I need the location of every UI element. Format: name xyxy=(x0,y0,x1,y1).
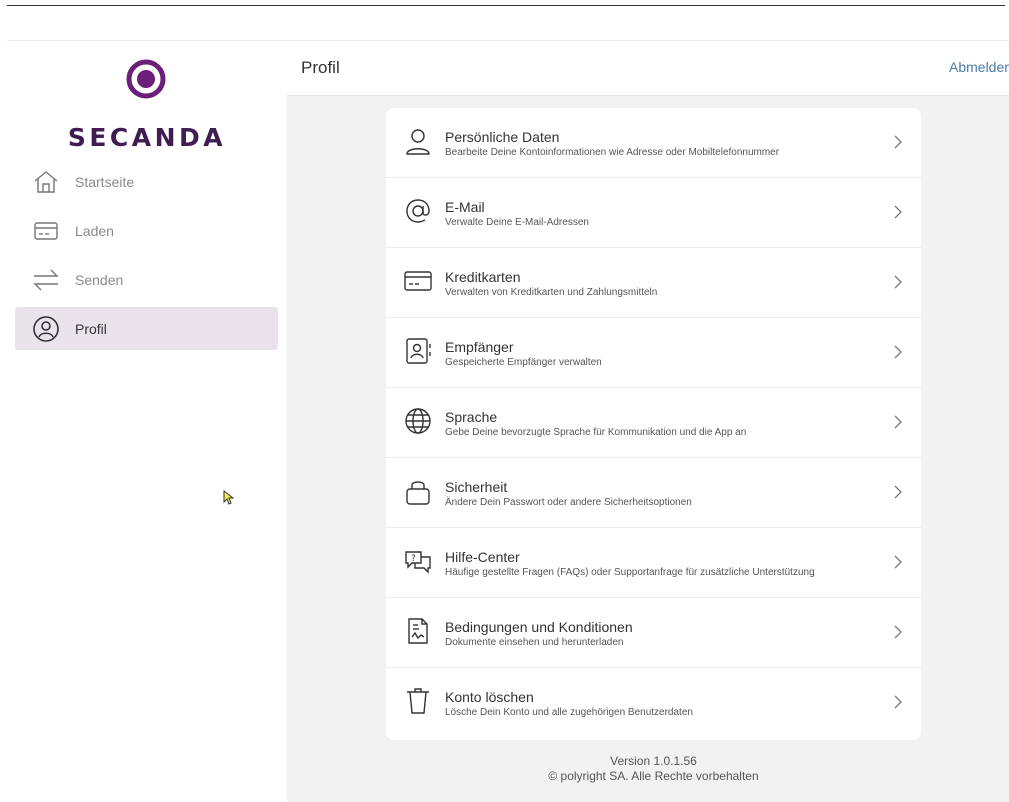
credit-card-icon xyxy=(404,271,432,291)
sidebar-item-profil[interactable]: Profil xyxy=(15,307,278,350)
row-subtitle: Dokumente einsehen und herunterladen xyxy=(445,637,624,648)
svg-text:?: ? xyxy=(411,554,416,564)
sidebar-item-senden[interactable]: Senden xyxy=(15,258,278,301)
home-icon xyxy=(31,167,61,197)
row-title: Hilfe-Center xyxy=(445,549,520,565)
settings-row-help-center[interactable]: ? Hilfe-Center Häufige gestellte Fragen … xyxy=(386,528,921,598)
at-icon xyxy=(406,199,430,223)
secanda-logo-icon xyxy=(126,59,166,99)
sidebar-item-label: Senden xyxy=(75,271,124,288)
row-title: Sicherheit xyxy=(445,479,508,495)
version-footer: Version 1.0.1.56 © polyright SA. Alle Re… xyxy=(386,754,921,784)
chevron-right-icon xyxy=(894,205,902,219)
row-title: E-Mail xyxy=(445,199,485,215)
chevron-right-icon xyxy=(894,555,902,569)
settings-list: Persönliche Daten Bearbeite Deine Kontoi… xyxy=(386,108,921,740)
user-circle-icon xyxy=(31,314,61,344)
row-title: Bedingungen und Konditionen xyxy=(445,619,633,635)
globe-icon xyxy=(405,408,431,434)
card-icon xyxy=(31,216,61,246)
settings-row-email[interactable]: E-Mail Verwalte Deine E-Mail-Adressen xyxy=(386,178,921,248)
settings-row-personal-data[interactable]: Persönliche Daten Bearbeite Deine Kontoi… xyxy=(386,108,921,178)
sidebar-item-label: Profil xyxy=(75,320,107,337)
chevron-right-icon xyxy=(894,415,902,429)
chevron-right-icon xyxy=(894,135,902,149)
main-content: Persönliche Daten Bearbeite Deine Kontoi… xyxy=(287,96,1009,802)
help-chat-icon: ? xyxy=(405,551,431,574)
document-icon xyxy=(408,618,428,644)
row-subtitle: Verwalten von Kreditkarten und Zahlungsm… xyxy=(445,287,658,298)
row-subtitle: Häufige gestellte Fragen (FAQs) oder Sup… xyxy=(445,567,815,578)
sidebar: SECANDA Startseite Laden Senden Profil xyxy=(7,40,287,802)
logout-link[interactable]: Abmelden xyxy=(949,59,1009,75)
mouse-cursor-icon xyxy=(223,490,234,505)
row-subtitle: Bearbeite Deine Kontoinformationen wie A… xyxy=(445,147,780,158)
chevron-right-icon xyxy=(894,485,902,499)
contact-book-icon xyxy=(406,338,431,364)
settings-row-recipients[interactable]: Empfänger Gespeicherte Empfänger verwalt… xyxy=(386,318,921,388)
version-label: Version 1.0.1.56 xyxy=(610,754,697,768)
row-title: Sprache xyxy=(445,409,498,425)
top-divider xyxy=(7,5,1005,6)
brand-name: SECANDA xyxy=(67,123,227,152)
transfer-arrows-icon xyxy=(31,265,61,295)
page-header: Profil Abmelden xyxy=(287,40,1009,96)
row-title: Konto löschen xyxy=(445,689,534,705)
page-title: Profil xyxy=(301,58,340,77)
chevron-right-icon xyxy=(894,275,902,289)
row-subtitle: Gebe Deine bevorzugte Sprache für Kommun… xyxy=(445,427,747,438)
row-subtitle: Lösche Dein Konto und alle zugehörigen B… xyxy=(445,707,693,718)
row-subtitle: Gespeicherte Empfänger verwalten xyxy=(445,357,602,368)
row-title: Empfänger xyxy=(445,339,514,355)
chevron-right-icon xyxy=(894,625,902,639)
sidebar-item-startseite[interactable]: Startseite xyxy=(15,160,278,203)
settings-row-delete-account[interactable]: Konto löschen Lösche Dein Konto und alle… xyxy=(386,668,921,738)
sidebar-item-label: Startseite xyxy=(75,173,135,190)
settings-row-terms[interactable]: Bedingungen und Konditionen Dokumente ei… xyxy=(386,598,921,668)
settings-row-credit-cards[interactable]: Kreditkarten Verwalten von Kreditkarten … xyxy=(386,248,921,318)
sidebar-item-label: Laden xyxy=(75,222,114,239)
row-title: Persönliche Daten xyxy=(445,129,560,145)
copyright-label: © polyright SA. Alle Rechte vorbehalten xyxy=(548,769,759,783)
row-subtitle: Verwalte Deine E-Mail-Adressen xyxy=(445,217,589,228)
person-icon xyxy=(406,129,430,155)
settings-row-security[interactable]: Sicherheit Ändere Dein Passwort oder and… xyxy=(386,458,921,528)
lock-icon xyxy=(406,481,430,505)
row-subtitle: Ändere Dein Passwort oder andere Sicherh… xyxy=(445,497,692,508)
sidebar-nav: Startseite Laden Senden Profil xyxy=(15,160,278,356)
trash-icon xyxy=(407,688,429,714)
chevron-right-icon xyxy=(894,345,902,359)
sidebar-item-laden[interactable]: Laden xyxy=(15,209,278,252)
settings-row-language[interactable]: Sprache Gebe Deine bevorzugte Sprache fü… xyxy=(386,388,921,458)
chevron-right-icon xyxy=(894,695,902,709)
row-title: Kreditkarten xyxy=(445,269,521,285)
